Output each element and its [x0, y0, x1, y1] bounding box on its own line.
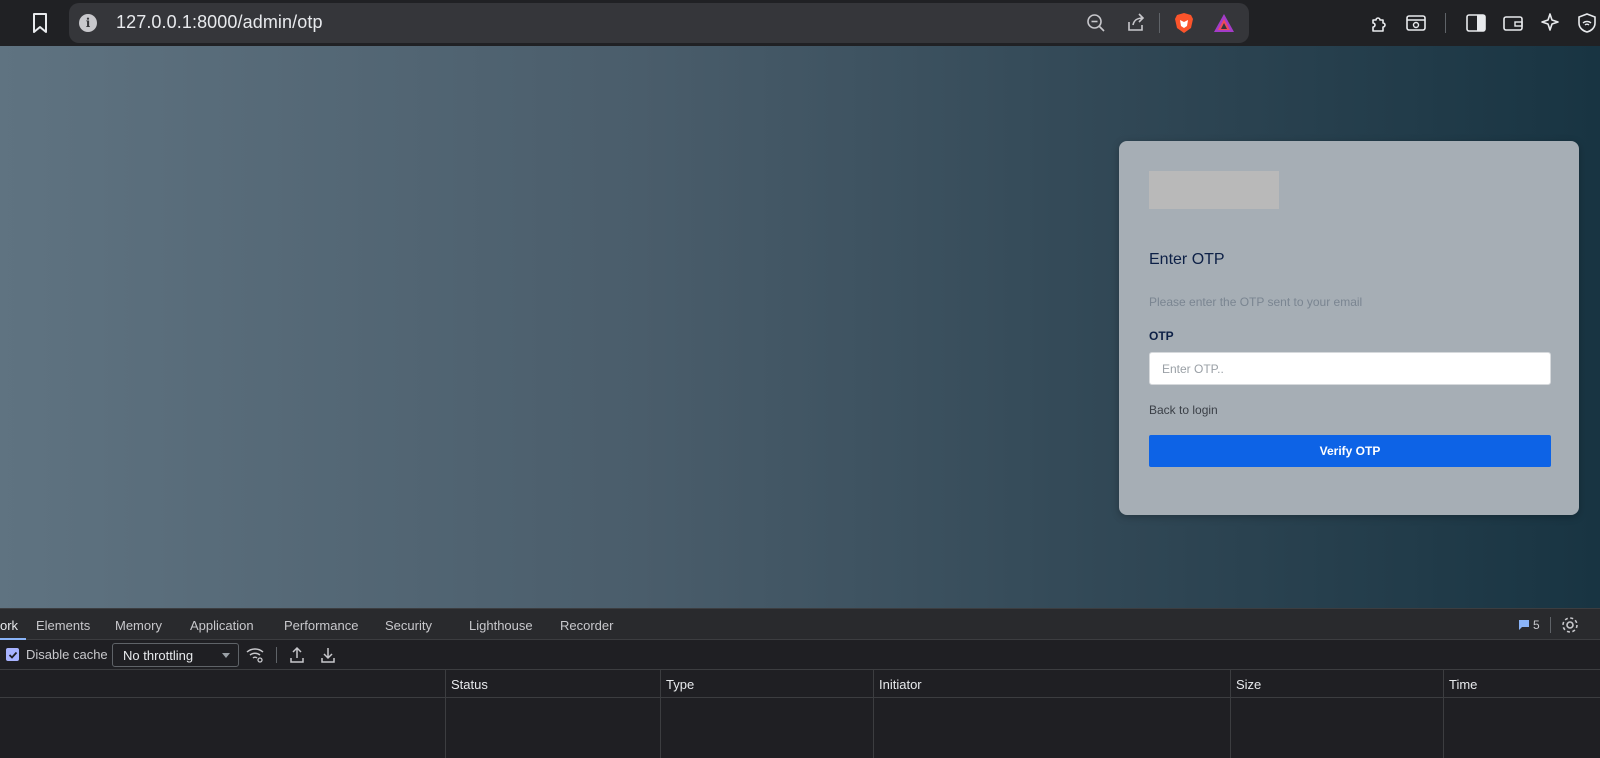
brave-rewards-icon[interactable] [1212, 11, 1236, 35]
tab-application[interactable]: Application [190, 618, 254, 633]
devtools-tab-bar: ork Elements Memory Application Performa… [0, 608, 1600, 640]
screenshot-icon[interactable] [1403, 10, 1429, 36]
tab-performance[interactable]: Performance [284, 618, 358, 633]
page-title: Enter OTP [1149, 251, 1225, 268]
back-to-login-link[interactable]: Back to login [1149, 403, 1218, 417]
address-bar[interactable]: i 127.0.0.1:8000/admin/otp [69, 3, 1249, 43]
issues-counter[interactable]: 5 [1518, 618, 1540, 632]
verify-otp-button[interactable]: Verify OTP [1149, 435, 1551, 467]
site-info-icon[interactable]: i [79, 14, 97, 32]
network-toolbar: Disable cache No throttling [0, 640, 1600, 670]
column-time[interactable]: Time [1443, 670, 1600, 698]
issues-count: 5 [1533, 618, 1540, 632]
tab-security[interactable]: Security [385, 618, 432, 633]
otp-card: Enter OTP Please enter the OTP sent to y… [1119, 141, 1579, 515]
import-har-icon[interactable] [287, 645, 307, 665]
network-conditions-icon[interactable] [245, 645, 265, 665]
chevron-down-icon [222, 653, 230, 658]
disable-cache-label[interactable]: Disable cache [26, 647, 108, 662]
network-table-header: Status Type Initiator Size Time [0, 670, 1600, 698]
tab-lighthouse[interactable]: Lighthouse [469, 618, 533, 633]
column-divider [445, 698, 446, 758]
devtools-panel: ork Elements Memory Application Performa… [0, 608, 1600, 758]
otp-input[interactable] [1149, 352, 1551, 385]
disable-cache-checkbox[interactable] [6, 648, 19, 661]
divider [276, 647, 277, 663]
leo-ai-icon[interactable] [1537, 10, 1563, 36]
otp-label: OTP [1149, 329, 1174, 343]
tab-elements[interactable]: Elements [36, 618, 90, 633]
divider [1159, 13, 1160, 33]
column-divider [1230, 698, 1231, 758]
column-type[interactable]: Type [660, 670, 873, 698]
zoom-out-icon[interactable] [1084, 11, 1108, 35]
share-icon[interactable] [1124, 11, 1148, 35]
column-divider [1443, 698, 1444, 758]
sidebar-icon[interactable] [1463, 10, 1489, 36]
tab-recorder[interactable]: Recorder [560, 618, 613, 633]
column-divider [660, 698, 661, 758]
column-initiator[interactable]: Initiator [873, 670, 1230, 698]
wallet-icon[interactable] [1500, 10, 1526, 36]
column-status[interactable]: Status [445, 670, 660, 698]
message-icon [1519, 620, 1529, 630]
settings-gear-icon[interactable] [1560, 615, 1580, 635]
column-size[interactable]: Size [1230, 670, 1443, 698]
column-divider [873, 698, 874, 758]
bookmark-icon[interactable] [28, 11, 52, 35]
throttling-value: No throttling [123, 648, 194, 663]
card-subtitle: Please enter the OTP sent to your email [1149, 295, 1363, 309]
tab-network[interactable]: ork [0, 618, 18, 633]
throttling-select[interactable]: No throttling [112, 643, 239, 667]
url-text[interactable]: 127.0.0.1:8000/admin/otp [116, 12, 323, 33]
browser-toolbar: i 127.0.0.1:8000/admin/otp [0, 0, 1600, 46]
logo-placeholder [1149, 171, 1279, 209]
export-har-icon[interactable] [318, 645, 338, 665]
extensions-icon[interactable] [1367, 10, 1393, 36]
brave-shield-icon[interactable] [1172, 11, 1196, 35]
tab-memory[interactable]: Memory [115, 618, 162, 633]
network-table-body [0, 698, 1600, 758]
page-viewport: Enter OTP Please enter the OTP sent to y… [0, 46, 1600, 608]
vpn-icon[interactable] [1574, 10, 1600, 36]
divider [1550, 617, 1551, 633]
divider [1445, 13, 1446, 33]
